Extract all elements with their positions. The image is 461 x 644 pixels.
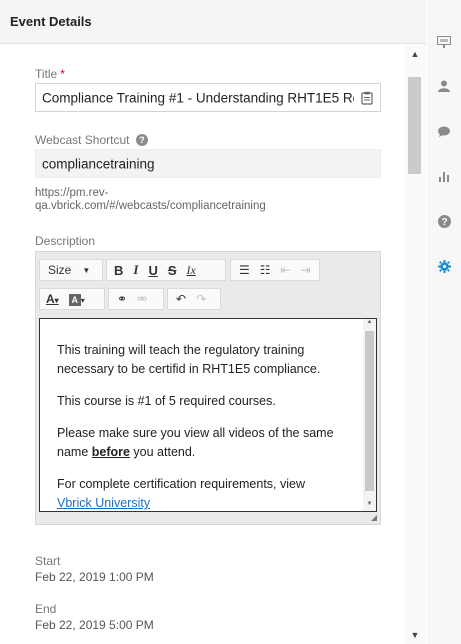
shortcut-label: Webcast Shortcut ? (35, 133, 148, 147)
chat-icon[interactable] (427, 125, 461, 140)
text-format-group: B I U S Ix (106, 259, 226, 281)
shortcut-url-line2: qa.vbrick.com/#/webcasts/compliancetrain… (35, 200, 266, 212)
caret-down-icon: ▼ (82, 265, 91, 275)
resize-handle-icon[interactable] (371, 515, 377, 521)
panel-scroll-thumb[interactable] (408, 77, 421, 174)
right-sidebar: ? (427, 0, 461, 644)
end-label: End (35, 602, 57, 616)
font-size-label: Size (48, 263, 72, 277)
help-icon[interactable]: ? (135, 134, 148, 146)
shortcut-input[interactable]: compliancetraining (35, 149, 381, 178)
title-input[interactable]: Compliance Training #1 - Understanding R… (35, 83, 381, 112)
title-label: Title * (35, 67, 65, 81)
presentation-icon[interactable] (427, 36, 461, 51)
font-size-dropdown[interactable]: Size ▼ (39, 259, 103, 281)
rich-text-editor: Size ▼ B I U S Ix ☰ ☷ ⇤ ⇥ A▾ A▾ ⚭ ⚮ ↶ ↷ (35, 251, 381, 525)
list-format-group: ☰ ☷ ⇤ ⇥ (230, 259, 320, 281)
clear-format-button[interactable]: Ix (182, 263, 201, 278)
shortcut-label-text: Webcast Shortcut (35, 133, 130, 147)
svg-text:?: ? (139, 135, 145, 145)
indent-icon[interactable]: ⇥ (296, 263, 316, 277)
paragraph-3-bold: before (91, 445, 130, 459)
undo-icon[interactable]: ↶ (168, 292, 191, 306)
outdent-icon[interactable]: ⇤ (276, 263, 296, 277)
redo-icon[interactable]: ↷ (191, 292, 211, 306)
paragraph-3-tail: you attend. (129, 445, 196, 459)
description-paragraph-1: This training will teach the regulatory … (57, 343, 321, 376)
scroll-up-icon[interactable]: ▲ (404, 45, 426, 63)
shortcut-input-value: compliancetraining (42, 156, 155, 171)
clipboard-icon[interactable] (360, 91, 374, 105)
italic-button[interactable]: I (128, 262, 143, 278)
shortcut-url-line1: https://pm.rev- (35, 187, 109, 199)
numbered-list-icon[interactable]: ☰ (231, 263, 255, 277)
panel-title: Event Details (10, 14, 92, 29)
panel-header: Event Details (0, 0, 426, 44)
underline-button[interactable]: U (143, 263, 162, 278)
start-label: Start (35, 554, 61, 568)
editor-content[interactable]: This training will teach the regulatory … (39, 318, 377, 512)
required-asterisk: * (60, 67, 65, 81)
description-paragraph-3: Please make sure you view all videos of … (57, 424, 341, 462)
paragraph-4-text: For complete certification requirements,… (57, 477, 306, 491)
scroll-down-icon[interactable]: ▼ (404, 626, 426, 644)
link-icon[interactable]: ⚭ (109, 292, 132, 306)
editor-scroll-thumb[interactable] (365, 331, 374, 491)
text-color-button[interactable]: A▾ (40, 292, 64, 306)
analytics-icon[interactable] (427, 170, 461, 185)
panel-scrollbar[interactable]: ▲ ▼ (404, 45, 426, 644)
settings-icon[interactable] (427, 260, 461, 276)
user-icon[interactable] (427, 80, 461, 95)
description-paragraph-4: For complete certification requirements,… (57, 475, 341, 511)
history-group: ↶ ↷ (167, 288, 221, 310)
editor-scroll-up-icon[interactable]: ▲ (363, 319, 376, 329)
strikethrough-button[interactable]: S (163, 263, 182, 278)
shortcut-url: https://pm.rev- qa.vbrick.com/#/webcasts… (35, 187, 266, 213)
svg-text:?: ? (441, 217, 447, 228)
vbrick-university-link[interactable]: Vbrick University (57, 496, 150, 510)
link-group: ⚭ ⚮ (108, 288, 164, 310)
event-form: Title * Compliance Training #1 - Understa… (0, 45, 404, 644)
unlink-icon[interactable]: ⚮ (132, 292, 152, 306)
bold-button[interactable]: B (107, 263, 128, 278)
title-label-text: Title (35, 67, 58, 81)
description-label: Description (35, 234, 96, 248)
description-paragraph-2: This course is #1 of 5 required courses. (57, 394, 276, 408)
bulleted-list-icon[interactable]: ☷ (255, 263, 276, 277)
editor-scrollbar[interactable]: ▲ ▼ (363, 319, 376, 511)
background-color-button[interactable]: A ▾ (64, 292, 90, 306)
color-group: A▾ A ▾ (39, 288, 105, 310)
editor-scroll-down-icon[interactable]: ▼ (363, 501, 376, 511)
help-icon[interactable]: ? (427, 215, 461, 231)
title-input-value: Compliance Training #1 - Understanding R… (42, 90, 354, 105)
start-value: Feb 22, 2019 1:00 PM (35, 570, 154, 584)
end-value: Feb 22, 2019 5:00 PM (35, 618, 154, 632)
